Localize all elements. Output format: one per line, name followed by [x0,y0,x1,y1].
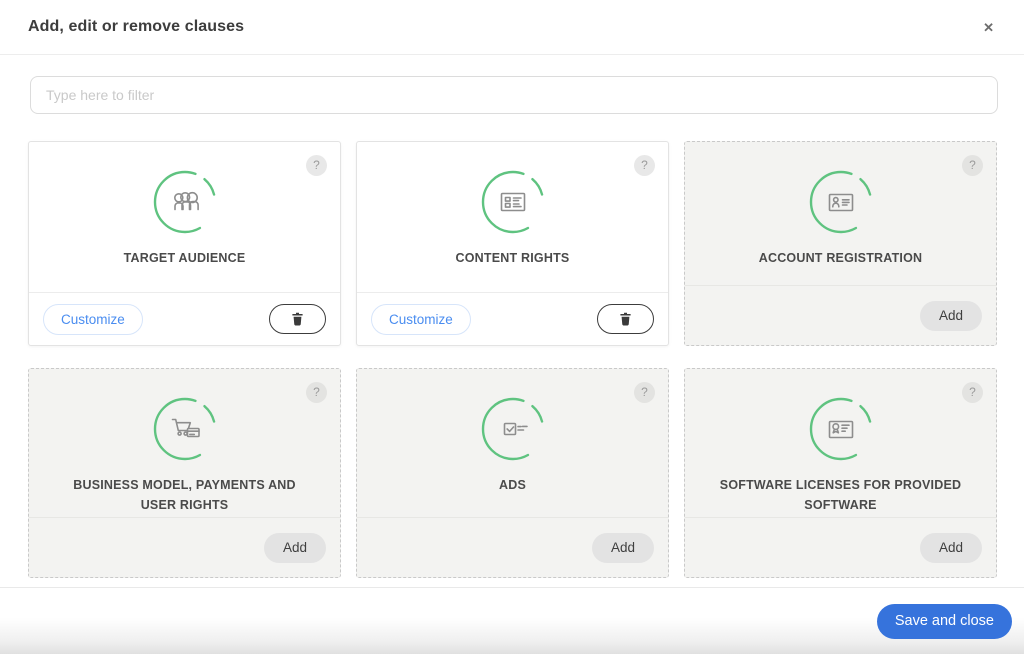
save-and-close-button[interactable]: Save and close [877,604,1012,639]
card-title: CONTENT RIGHTS [426,248,600,268]
card-title: ADS [469,475,556,495]
card-footer: Customize [29,292,340,345]
card-title: TARGET AUDIENCE [94,248,276,268]
remove-clause-button[interactable] [269,304,326,334]
card-footer: Add [685,517,996,577]
clause-card-target-audience: ? TARGET AUDIENCE Customize [28,141,341,346]
card-main: ? TARGET AUDIENCE [29,142,340,292]
add-clause-button[interactable]: Add [592,533,654,563]
card-title: SOFTWARE LICENSES FOR PROVIDED SOFTWARE [685,475,996,515]
certificate-icon [808,396,874,462]
card-main: ? ACCOUNT REGISTRATION [685,142,996,285]
card-main: ? ADS [357,369,668,517]
document-list-icon [480,169,546,235]
card-footer: Customize [357,292,668,345]
card-footer: Add [685,285,996,345]
id-card-icon [808,169,874,235]
card-main: ? SOFTWARE LICENSES FOR PROVIDED SOFTWAR… [685,369,996,517]
close-button[interactable]: ✕ [981,17,996,38]
add-clause-button[interactable]: Add [920,533,982,563]
trash-icon [291,312,304,326]
remove-clause-button[interactable] [597,304,654,334]
card-main: ? CONTENT RIGHTS [357,142,668,292]
clause-card-ads: ? ADS Add [356,368,669,578]
clause-card-business-model: ? BUSINESS MODEL, PAYMENTS AND USER RIGH… [28,368,341,578]
card-footer: Add [357,517,668,577]
customize-button[interactable]: Customize [43,304,143,335]
clauses-modal: Add, edit or remove clauses ✕ ? [0,0,1024,578]
clauses-grid: ? TARGET AUDIENCE Customize [28,141,997,578]
filter-row [0,55,1024,114]
add-clause-button[interactable]: Add [920,301,982,331]
cart-payment-icon [152,396,218,462]
help-button[interactable]: ? [962,382,983,403]
close-icon: ✕ [983,20,994,35]
trash-icon [619,312,632,326]
card-main: ? BUSINESS MODEL, PAYMENTS AND USER RIGH… [29,369,340,517]
help-button[interactable]: ? [306,382,327,403]
help-button[interactable]: ? [962,155,983,176]
card-title: BUSINESS MODEL, PAYMENTS AND USER RIGHTS [29,475,340,515]
checkbox-lines-icon [480,396,546,462]
modal-title: Add, edit or remove clauses [28,18,244,36]
modal-header: Add, edit or remove clauses ✕ [0,0,1024,55]
modal-footer: Save and close [0,587,1024,654]
help-button[interactable]: ? [634,382,655,403]
card-title: ACCOUNT REGISTRATION [729,248,953,268]
help-button[interactable]: ? [306,155,327,176]
clause-card-software-licenses: ? SOFTWARE LICENSES FOR PROVIDED SOFTWAR… [684,368,997,578]
customize-button[interactable]: Customize [371,304,471,335]
users-icon [152,169,218,235]
clause-card-content-rights: ? CONTENT RIGHTS Customize [356,141,669,346]
card-footer: Add [29,517,340,577]
help-button[interactable]: ? [634,155,655,176]
clause-card-account-registration: ? ACCOUNT REGISTRATION Add [684,141,997,346]
filter-input[interactable] [30,76,998,114]
add-clause-button[interactable]: Add [264,533,326,563]
